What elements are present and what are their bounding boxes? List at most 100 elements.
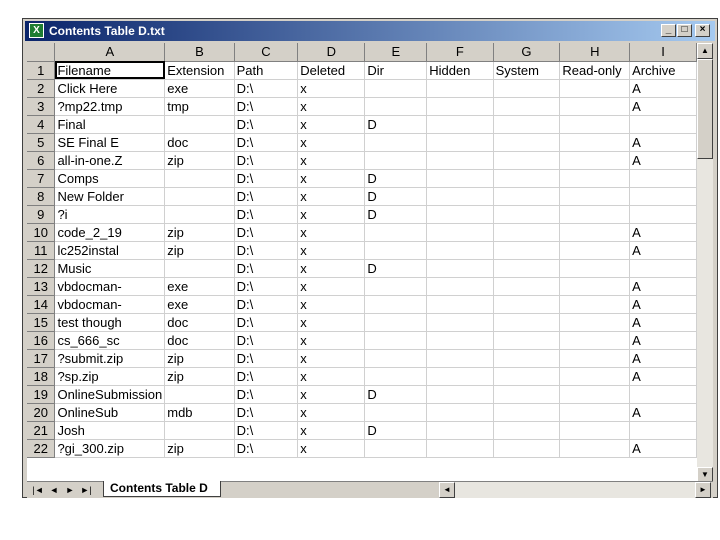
- worksheet-grid[interactable]: A B C D E F G H I 1 Filename Extension Path Deleted Di…: [27, 43, 697, 483]
- cell-b16[interactable]: doc: [164, 331, 235, 350]
- cell-h3[interactable]: [559, 97, 631, 116]
- cell-g18[interactable]: [493, 367, 561, 386]
- cell-h1[interactable]: Read-only: [559, 61, 631, 80]
- cell-e11[interactable]: [364, 241, 428, 260]
- row-header[interactable]: 4: [27, 115, 56, 134]
- cell-b13[interactable]: exe: [164, 277, 235, 296]
- cell-c12[interactable]: D:\: [234, 259, 299, 278]
- cell-h7[interactable]: [559, 169, 631, 188]
- cell-c5[interactable]: D:\: [234, 133, 299, 152]
- row-header[interactable]: 13: [27, 277, 56, 296]
- cell-c3[interactable]: D:\: [234, 97, 299, 116]
- cell-i12[interactable]: [629, 259, 697, 278]
- cell-h20[interactable]: [559, 403, 631, 422]
- cell-b15[interactable]: doc: [164, 313, 235, 332]
- cell-h13[interactable]: [559, 277, 631, 296]
- cell-e20[interactable]: [364, 403, 428, 422]
- cell-b4[interactable]: [164, 115, 235, 134]
- cell-d7[interactable]: x: [297, 169, 366, 188]
- cell-b21[interactable]: [164, 421, 235, 440]
- scroll-left-arrow-icon[interactable]: ◄: [439, 482, 455, 498]
- cell-d8[interactable]: x: [297, 187, 366, 206]
- cell-h8[interactable]: [559, 187, 631, 206]
- row-header[interactable]: 14: [27, 295, 56, 314]
- prev-sheet-nav-icon[interactable]: ◄: [47, 482, 61, 498]
- cell-a1[interactable]: Filename: [54, 61, 166, 80]
- cell-i14[interactable]: A: [629, 295, 697, 314]
- cell-d5[interactable]: x: [297, 133, 366, 152]
- row-header[interactable]: 3: [27, 97, 56, 116]
- cell-e18[interactable]: [364, 367, 428, 386]
- cell-d6[interactable]: x: [297, 151, 366, 170]
- cell-b8[interactable]: [164, 187, 235, 206]
- scroll-up-arrow-icon[interactable]: ▲: [697, 43, 713, 59]
- cell-g22[interactable]: [493, 439, 561, 458]
- cell-h11[interactable]: [559, 241, 631, 260]
- cell-e1[interactable]: Dir: [364, 61, 428, 80]
- cell-a19[interactable]: OnlineSubmission: [54, 385, 166, 404]
- cell-c22[interactable]: D:\: [234, 439, 299, 458]
- cell-g12[interactable]: [493, 259, 561, 278]
- cell-c6[interactable]: D:\: [234, 151, 299, 170]
- cell-h15[interactable]: [559, 313, 631, 332]
- excel-app-icon[interactable]: X: [29, 23, 44, 38]
- cell-i6[interactable]: A: [629, 151, 697, 170]
- cell-c1[interactable]: Path: [234, 61, 299, 80]
- cell-g14[interactable]: [493, 295, 561, 314]
- column-header-b[interactable]: B: [164, 43, 235, 62]
- cell-g9[interactable]: [493, 205, 561, 224]
- cell-i22[interactable]: A: [629, 439, 697, 458]
- row-header[interactable]: 11: [27, 241, 56, 260]
- cell-h19[interactable]: [559, 385, 631, 404]
- cell-b17[interactable]: zip: [164, 349, 235, 368]
- cell-b1[interactable]: Extension: [164, 61, 235, 80]
- cell-i15[interactable]: A: [629, 313, 697, 332]
- cell-i13[interactable]: A: [629, 277, 697, 296]
- cell-e15[interactable]: [364, 313, 428, 332]
- cell-b22[interactable]: zip: [164, 439, 235, 458]
- cell-d14[interactable]: x: [297, 295, 366, 314]
- cell-a15[interactable]: test though: [54, 313, 166, 332]
- cell-i17[interactable]: A: [629, 349, 697, 368]
- row-header[interactable]: 12: [27, 259, 56, 278]
- cell-f1[interactable]: Hidden: [426, 61, 494, 80]
- select-all-corner[interactable]: [27, 43, 56, 62]
- cell-h14[interactable]: [559, 295, 631, 314]
- vertical-scrollbar[interactable]: ▲ ▼: [697, 43, 713, 483]
- cell-d22[interactable]: x: [297, 439, 366, 458]
- row-header[interactable]: 21: [27, 421, 56, 440]
- cell-c18[interactable]: D:\: [234, 367, 299, 386]
- cell-b19[interactable]: [164, 385, 235, 404]
- cell-d18[interactable]: x: [297, 367, 366, 386]
- scroll-right-arrow-icon[interactable]: ►: [695, 482, 711, 498]
- cell-c14[interactable]: D:\: [234, 295, 299, 314]
- cell-f18[interactable]: [426, 367, 494, 386]
- title-bar[interactable]: X Contents Table D.txt _ □ ×: [25, 21, 715, 41]
- column-header-f[interactable]: F: [426, 43, 494, 62]
- cell-d9[interactable]: x: [297, 205, 366, 224]
- cell-g16[interactable]: [493, 331, 561, 350]
- row-header[interactable]: 5: [27, 133, 56, 152]
- cell-e9[interactable]: D: [364, 205, 428, 224]
- cell-b9[interactable]: [164, 205, 235, 224]
- column-header-c[interactable]: C: [234, 43, 299, 62]
- cell-h9[interactable]: [559, 205, 631, 224]
- cell-b7[interactable]: [164, 169, 235, 188]
- cell-g10[interactable]: [493, 223, 561, 242]
- cell-e16[interactable]: [364, 331, 428, 350]
- cell-g11[interactable]: [493, 241, 561, 260]
- cell-d1[interactable]: Deleted: [297, 61, 366, 80]
- row-header[interactable]: 6: [27, 151, 56, 170]
- row-header[interactable]: 1: [27, 61, 56, 80]
- cell-g6[interactable]: [493, 151, 561, 170]
- cell-f2[interactable]: [426, 79, 494, 98]
- cell-e2[interactable]: [364, 79, 428, 98]
- cell-b18[interactable]: zip: [164, 367, 235, 386]
- cell-g3[interactable]: [493, 97, 561, 116]
- last-sheet-nav-icon[interactable]: ►|: [79, 482, 93, 498]
- close-button[interactable]: ×: [695, 24, 710, 37]
- cell-i8[interactable]: [629, 187, 697, 206]
- cell-c2[interactable]: D:\: [234, 79, 299, 98]
- row-header[interactable]: 10: [27, 223, 56, 242]
- sheet-tab-contents-table-d[interactable]: Contents Table D: [103, 481, 221, 497]
